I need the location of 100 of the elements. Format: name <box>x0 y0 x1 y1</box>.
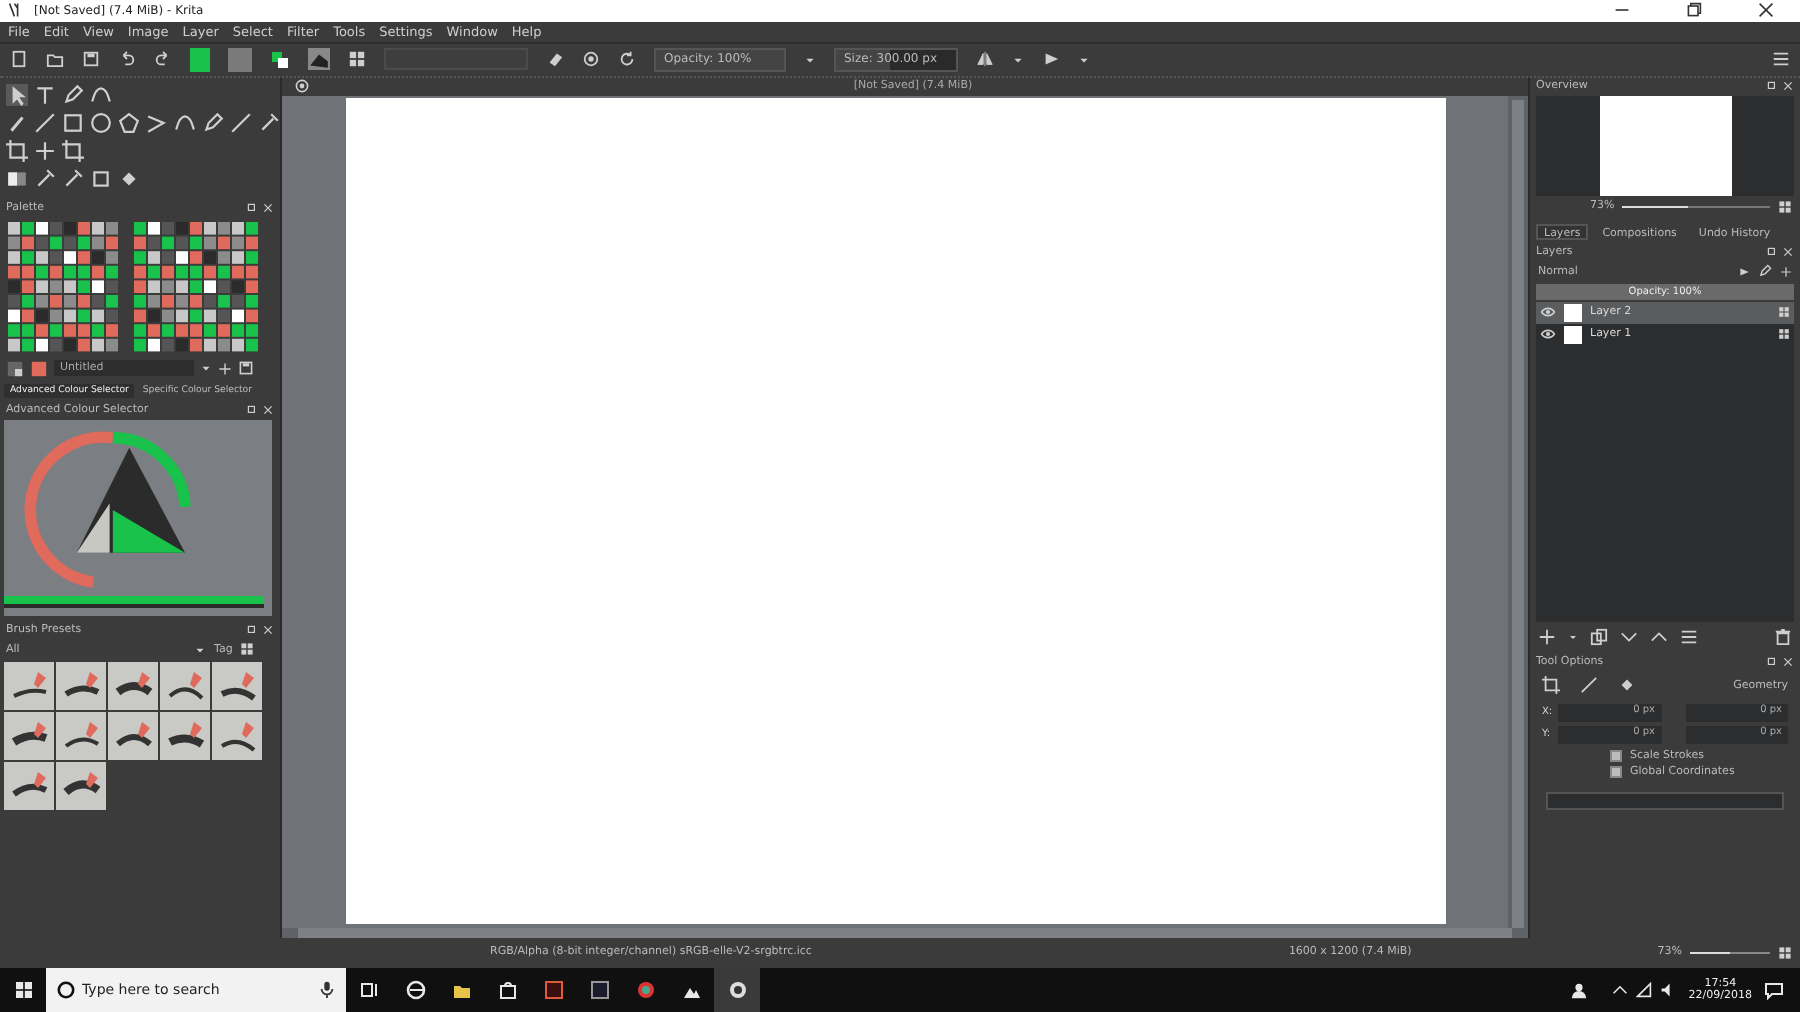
grid-icon[interactable] <box>1778 945 1792 960</box>
circle-icon[interactable] <box>582 50 600 69</box>
save-icon[interactable] <box>238 360 254 377</box>
pointer-icon[interactable] <box>6 83 28 106</box>
network-icon[interactable] <box>1636 982 1653 998</box>
ellipse-icon[interactable] <box>90 111 112 134</box>
curve-icon[interactable] <box>174 111 196 134</box>
eye-icon[interactable] <box>1540 326 1556 343</box>
plus-icon[interactable] <box>1780 265 1792 278</box>
float-icon[interactable] <box>1766 80 1778 93</box>
restore-icon[interactable] <box>1686 2 1702 19</box>
crop-icon[interactable] <box>1542 676 1560 695</box>
checkbox[interactable] <box>1610 749 1622 762</box>
grid-icon[interactable] <box>240 642 255 657</box>
windows-logo-icon[interactable] <box>13 980 33 1000</box>
shopping-bag-icon[interactable] <box>497 980 517 1000</box>
brush-preset-thumbnail[interactable] <box>56 661 106 710</box>
brush-preset-thumbnail[interactable] <box>56 711 106 760</box>
brush-preset-thumbnail[interactable] <box>212 711 262 760</box>
foreground-colour-swatch[interactable] <box>190 47 210 72</box>
line-icon[interactable] <box>1580 676 1598 695</box>
close-icon[interactable] <box>1758 2 1774 19</box>
list-icon[interactable] <box>1772 50 1790 69</box>
move-icon[interactable] <box>34 139 56 162</box>
person-icon[interactable] <box>1570 981 1589 999</box>
grid-icon[interactable] <box>348 50 366 69</box>
swatch-grid-drawing[interactable] <box>8 221 260 354</box>
colour-strip-drawing[interactable] <box>4 595 264 608</box>
brush-preset-thumbnail[interactable] <box>4 661 54 710</box>
grid-icon[interactable] <box>1778 328 1790 341</box>
line-icon[interactable] <box>34 111 56 134</box>
pen-icon[interactable] <box>202 111 224 134</box>
grid-icon[interactable] <box>1778 199 1792 214</box>
swap-colours-icon[interactable] <box>270 49 290 70</box>
rectangle-icon[interactable] <box>62 111 84 134</box>
pen-icon[interactable] <box>62 83 84 106</box>
palette-icon[interactable] <box>6 359 24 378</box>
folder-icon[interactable] <box>451 980 471 1000</box>
mirror-icon[interactable] <box>976 50 994 69</box>
bucket-icon[interactable] <box>118 167 140 190</box>
chevron-up-icon[interactable] <box>1650 628 1668 647</box>
chevron-up-icon[interactable] <box>1612 982 1629 998</box>
reload-icon[interactable] <box>618 50 636 69</box>
eyedropper-icon[interactable] <box>62 167 84 190</box>
brush-preset-thumbnail[interactable] <box>56 761 106 810</box>
list-icon[interactable] <box>1680 628 1698 647</box>
circle-icon[interactable] <box>294 78 310 95</box>
eyedropper-icon[interactable] <box>34 167 56 190</box>
new-document-icon[interactable] <box>10 50 28 69</box>
grid-icon[interactable] <box>1778 306 1790 319</box>
brush-preset-icon[interactable] <box>308 48 330 71</box>
letter-t-icon[interactable] <box>34 83 56 106</box>
curve-icon[interactable] <box>90 83 112 106</box>
zoom-slider[interactable] <box>1690 947 1770 958</box>
float-icon[interactable] <box>246 202 258 215</box>
line-icon[interactable] <box>230 111 252 134</box>
float-icon[interactable] <box>246 404 258 417</box>
brush-preset-thumbnail[interactable] <box>4 761 54 810</box>
undo-icon[interactable] <box>118 50 136 69</box>
crop-icon[interactable] <box>62 139 84 162</box>
caret-icon[interactable] <box>194 643 206 656</box>
brush-preset-thumbnail[interactable] <box>160 661 210 710</box>
triangle-icon[interactable] <box>1042 50 1060 69</box>
redo-icon[interactable] <box>154 50 172 69</box>
caret-icon[interactable] <box>1078 53 1090 66</box>
plus-icon[interactable] <box>218 361 232 376</box>
microphone-icon[interactable] <box>318 980 336 998</box>
horizontal-scrollbar[interactable] <box>282 928 1528 938</box>
checkbox[interactable] <box>1610 765 1622 778</box>
palette-icon[interactable] <box>30 359 48 378</box>
bucket-icon[interactable] <box>1618 676 1636 695</box>
square-logo-icon[interactable] <box>543 980 563 1000</box>
task-view-icon[interactable] <box>359 980 379 1000</box>
float-icon[interactable] <box>1766 246 1778 259</box>
gradient-icon[interactable] <box>6 167 28 190</box>
plus-icon[interactable] <box>1538 628 1556 647</box>
float-icon[interactable] <box>1766 656 1778 669</box>
save-icon[interactable] <box>82 50 100 69</box>
notification-icon[interactable] <box>1764 980 1784 1000</box>
vertical-scrollbar[interactable] <box>1508 96 1528 929</box>
caret-icon[interactable] <box>1012 53 1024 66</box>
triangle-icon[interactable] <box>1738 265 1750 278</box>
trash-icon[interactable] <box>1774 628 1792 647</box>
background-colour-swatch[interactable] <box>228 47 252 72</box>
eraser-icon[interactable] <box>546 50 564 69</box>
polyline-icon[interactable] <box>146 111 168 134</box>
brush-preset-thumbnail[interactable] <box>108 661 158 710</box>
polygon-icon[interactable] <box>118 111 140 134</box>
caret-icon[interactable] <box>200 362 212 375</box>
crop-icon[interactable] <box>6 139 28 162</box>
brush-preset-thumbnail[interactable] <box>160 711 210 760</box>
ring-icon[interactable] <box>635 980 655 1000</box>
framed-square-icon[interactable] <box>589 980 609 1000</box>
brush-preset-thumbnail[interactable] <box>212 661 262 710</box>
eye-icon[interactable] <box>1540 304 1556 321</box>
pen-icon[interactable] <box>1758 264 1772 279</box>
caret-icon[interactable] <box>804 53 816 66</box>
brush-icon[interactable] <box>6 111 28 134</box>
eyedropper-icon[interactable] <box>258 111 280 134</box>
transform-icon[interactable] <box>90 167 112 190</box>
